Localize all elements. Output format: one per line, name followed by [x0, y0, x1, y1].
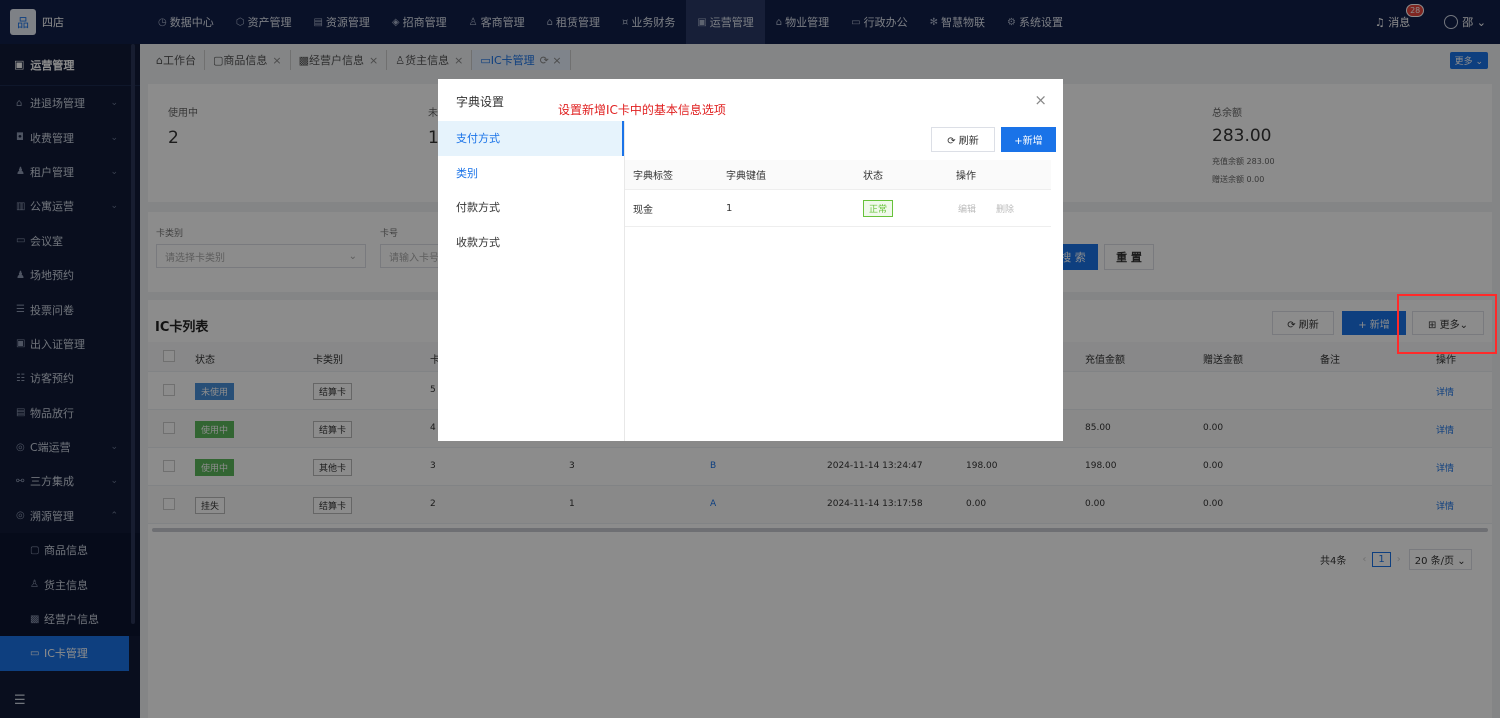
dict-type-payment-method[interactable]: 支付方式 — [438, 121, 624, 156]
edit-link[interactable]: 编辑 — [958, 202, 976, 215]
dialog-table-row: 现金 1 正常 编辑 删除 — [625, 190, 1051, 227]
col-dict-action: 操作 — [956, 171, 976, 182]
status-badge: 正常 — [863, 199, 894, 217]
dialog-refresh-button[interactable]: ⟳ 刷新 — [931, 127, 995, 152]
highlight-box — [1397, 294, 1497, 354]
dialog-table-header: 字典标签 字典键值 状态 操作 — [625, 160, 1051, 190]
col-dict-label: 字典标签 — [633, 171, 673, 182]
dictionary-type-list: 支付方式 类别 付款方式 收款方式 — [438, 121, 625, 441]
delete-link[interactable]: 删除 — [996, 202, 1014, 215]
dict-type-pay-mode[interactable]: 付款方式 — [438, 190, 624, 225]
dict-type-collect-mode[interactable]: 收款方式 — [438, 225, 624, 260]
col-dict-value: 字典键值 — [726, 171, 766, 182]
dialog-add-button[interactable]: +新增 — [1001, 127, 1056, 152]
dialog-title: 字典设置 — [456, 95, 505, 109]
col-dict-status: 状态 — [863, 171, 883, 182]
dict-type-category[interactable]: 类别 — [438, 156, 624, 191]
dictionary-settings-dialog: 字典设置 设置新增IC卡中的基本信息选项 × 支付方式 类别 付款方式 收款方式… — [438, 79, 1063, 441]
close-icon[interactable]: × — [1034, 91, 1047, 109]
annotation-note: 设置新增IC卡中的基本信息选项 — [558, 103, 726, 117]
dict-value: 1 — [726, 202, 733, 214]
dict-label: 现金 — [633, 204, 653, 216]
